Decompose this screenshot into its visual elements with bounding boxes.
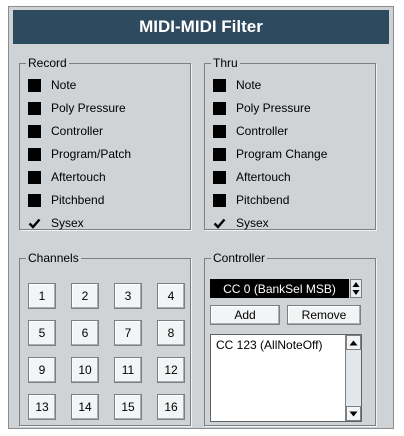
thru-program-change-option[interactable]: Program Change bbox=[213, 146, 327, 162]
checkbox[interactable] bbox=[28, 101, 41, 115]
list-item[interactable]: CC 123 (AllNoteOff) bbox=[216, 338, 322, 352]
checkbox[interactable] bbox=[28, 124, 41, 138]
checkbox[interactable] bbox=[28, 147, 41, 161]
checkbox[interactable] bbox=[28, 78, 41, 92]
channel-button-6[interactable]: 6 bbox=[71, 320, 99, 346]
thru-group-label: Thru bbox=[211, 55, 240, 71]
channel-button-14[interactable]: 14 bbox=[71, 394, 99, 420]
thru-note-option[interactable]: Note bbox=[213, 77, 261, 93]
list-scrollbar[interactable] bbox=[345, 335, 361, 421]
channel-button-2[interactable]: 2 bbox=[71, 283, 99, 309]
channel-button-4[interactable]: 4 bbox=[157, 283, 185, 309]
channel-button-10[interactable]: 10 bbox=[71, 357, 99, 383]
controller-group: Controller CC 0 (BankSel MSB) Add Remove… bbox=[204, 250, 376, 426]
panel-title: MIDI-MIDI Filter bbox=[13, 10, 389, 44]
chevron-down-icon bbox=[349, 411, 358, 416]
channel-button-15[interactable]: 15 bbox=[114, 394, 142, 420]
checkmark-icon[interactable] bbox=[213, 217, 226, 230]
channel-button-5[interactable]: 5 bbox=[28, 320, 56, 346]
chevron-up-icon bbox=[349, 340, 358, 345]
channel-button-11[interactable]: 11 bbox=[114, 357, 142, 383]
scroll-down-button[interactable] bbox=[346, 406, 361, 421]
checkbox[interactable] bbox=[213, 170, 226, 184]
controller-list[interactable]: CC 123 (AllNoteOff) bbox=[210, 334, 362, 422]
channel-button-16[interactable]: 16 bbox=[157, 394, 185, 420]
thru-aftertouch-option[interactable]: Aftertouch bbox=[213, 169, 291, 185]
record-program-patch-option[interactable]: Program/Patch bbox=[28, 146, 131, 162]
controller-group-label: Controller bbox=[211, 250, 268, 266]
channel-button-8[interactable]: 8 bbox=[157, 320, 185, 346]
thru-pitchbend-option[interactable]: Pitchbend bbox=[213, 192, 289, 208]
channel-button-1[interactable]: 1 bbox=[28, 283, 56, 309]
controller-select[interactable]: CC 0 (BankSel MSB) bbox=[210, 279, 349, 298]
thru-sysex-option[interactable]: Sysex bbox=[213, 215, 269, 231]
channel-button-9[interactable]: 9 bbox=[28, 357, 56, 383]
checkbox[interactable] bbox=[213, 193, 226, 207]
thru-group: Thru Note Poly Pressure Controller Progr… bbox=[204, 55, 376, 231]
checkbox[interactable] bbox=[213, 124, 226, 138]
spinner-arrows-icon bbox=[352, 282, 360, 295]
checkbox[interactable] bbox=[28, 193, 41, 207]
record-group: Record Note Poly Pressure Controller Pro… bbox=[19, 55, 191, 231]
channel-button-7[interactable]: 7 bbox=[114, 320, 142, 346]
record-sysex-option[interactable]: Sysex bbox=[28, 215, 84, 231]
checkmark-icon[interactable] bbox=[28, 217, 41, 230]
add-button[interactable]: Add bbox=[210, 305, 280, 325]
record-aftertouch-option[interactable]: Aftertouch bbox=[28, 169, 106, 185]
record-poly-pressure-option[interactable]: Poly Pressure bbox=[28, 100, 126, 116]
controller-spinner[interactable] bbox=[350, 279, 362, 298]
record-note-option[interactable]: Note bbox=[28, 77, 76, 93]
scroll-up-button[interactable] bbox=[346, 335, 361, 350]
thru-poly-pressure-option[interactable]: Poly Pressure bbox=[213, 100, 311, 116]
thru-controller-option[interactable]: Controller bbox=[213, 123, 288, 139]
checkbox[interactable] bbox=[213, 78, 226, 92]
channel-button-3[interactable]: 3 bbox=[114, 283, 142, 309]
record-group-label: Record bbox=[26, 55, 69, 71]
channels-group-label: Channels bbox=[26, 250, 81, 266]
channel-button-13[interactable]: 13 bbox=[28, 394, 56, 420]
channel-button-12[interactable]: 12 bbox=[157, 357, 185, 383]
midi-filter-panel: MIDI-MIDI Filter Record Note Poly Pressu… bbox=[8, 6, 394, 429]
remove-button[interactable]: Remove bbox=[287, 305, 361, 325]
checkbox[interactable] bbox=[28, 170, 41, 184]
checkbox[interactable] bbox=[213, 101, 226, 115]
channels-group: Channels 1 2 3 4 5 6 7 8 9 10 11 12 13 1… bbox=[19, 250, 191, 426]
record-controller-option[interactable]: Controller bbox=[28, 123, 103, 139]
checkbox[interactable] bbox=[213, 147, 226, 161]
record-pitchbend-option[interactable]: Pitchbend bbox=[28, 192, 104, 208]
